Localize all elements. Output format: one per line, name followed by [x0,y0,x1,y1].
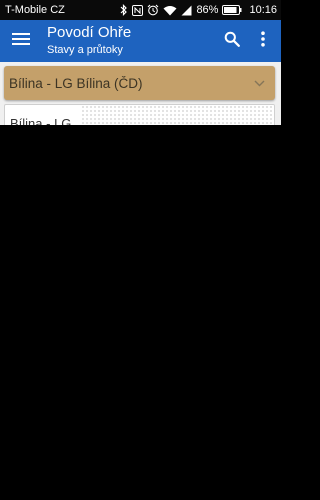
content-area: Bílina - LG Bílina (ČD) Bílina - LG [0,62,281,134]
nfc-icon [132,4,144,16]
alarm-icon [147,4,159,16]
more-vert-icon [261,30,265,52]
battery-percent: 86% [196,4,219,16]
bluetooth-icon [120,4,128,16]
app-bar: Povodí Ohře Stavy a průtoky [0,20,281,62]
menu-button[interactable] [8,28,34,54]
station-selector[interactable]: Bílina - LG Bílina (ČD) [4,66,275,100]
battery-icon [222,5,242,15]
wifi-icon [163,5,177,16]
signal-icon [181,5,192,16]
title-block: Povodí Ohře Stavy a průtoky [47,24,131,58]
status-bar: T-Mobile CZ 86% 10:16 [0,0,281,20]
menu-icon [12,32,30,51]
search-button[interactable] [220,29,244,53]
more-options-button[interactable] [253,29,273,53]
status-icons: 86% 10:16 [120,4,277,16]
unrendered-area [0,125,281,500]
clock: 10:16 [249,4,277,16]
search-icon [224,31,240,52]
app-title: Povodí Ohře [47,24,132,41]
chevron-down-icon [254,80,265,87]
app-subtitle: Stavy a průtoky [47,44,123,56]
carrier-name: T-Mobile CZ [5,4,65,16]
station-selector-label: Bílina - LG Bílina (ČD) [9,75,143,91]
